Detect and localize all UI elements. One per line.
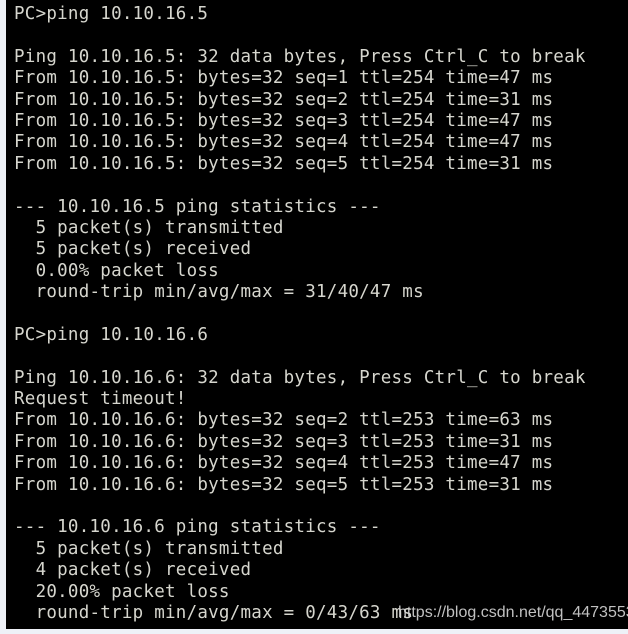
console-line-cmd-ping-1: PC>ping 10.10.16.5	[14, 4, 209, 24]
console-line-ping2-stats-title: --- 10.10.16.6 ping statistics ---	[14, 517, 381, 538]
console-line-ping1-reply-seq3: From 10.10.16.5: bytes=32 seq=3 ttl=254 …	[14, 110, 554, 131]
console-line-ping1-loss: 0.00% packet loss	[14, 260, 219, 281]
console-line-cmd-ping-2: PC>ping 10.10.16.6	[14, 324, 209, 345]
console-line-ping1-reply-seq4: From 10.10.16.5: bytes=32 seq=4 ttl=254 …	[14, 132, 554, 153]
console-line-ping2-loss: 20.00% packet loss	[14, 581, 230, 602]
console-line-ping2-transmitted: 5 packet(s) transmitted	[14, 538, 284, 559]
console-line-ping1-reply-seq2: From 10.10.16.5: bytes=32 seq=2 ttl=254 …	[14, 89, 554, 110]
console-line-ping1-received: 5 packet(s) received	[14, 239, 252, 260]
console-line-ping2-timeout: Request timeout!	[14, 389, 187, 410]
console-line-ping1-stats-title: --- 10.10.16.5 ping statistics ---	[14, 196, 381, 217]
console-line-ping2-reply-seq3: From 10.10.16.6: bytes=32 seq=3 ttl=253 …	[14, 431, 554, 452]
console-line-ping2-reply-seq2: From 10.10.16.6: bytes=32 seq=2 ttl=253 …	[14, 410, 554, 431]
console-line-ping2-header: Ping 10.10.16.6: 32 data bytes, Press Ct…	[14, 367, 586, 388]
console-line-ping1-reply-seq5: From 10.10.16.5: bytes=32 seq=5 ttl=254 …	[14, 153, 554, 174]
console-line-ping2-reply-seq4: From 10.10.16.6: bytes=32 seq=4 ttl=253 …	[14, 453, 554, 474]
terminal-output-area[interactable]: PC>ping 10.10.16.5 Ping 10.10.16.5: 32 d…	[6, 0, 628, 629]
console-line-ping1-header: Ping 10.10.16.5: 32 data bytes, Press Ct…	[14, 46, 586, 67]
console-line-ping1-reply-seq1: From 10.10.16.5: bytes=32 seq=1 ttl=254 …	[14, 68, 554, 89]
console-line-ping2-roundtrip: round-trip min/avg/max = 0/43/63 ms	[14, 602, 414, 623]
console-line-ping1-transmitted: 5 packet(s) transmitted	[14, 217, 284, 238]
console-line-ping2-received: 4 packet(s) received	[14, 560, 252, 581]
console-line-ping1-roundtrip: round-trip min/avg/max = 31/40/47 ms	[14, 282, 424, 303]
console-line-ping2-reply-seq5: From 10.10.16.6: bytes=32 seq=5 ttl=253 …	[14, 474, 554, 495]
terminal-window: PC>ping 10.10.16.5 Ping 10.10.16.5: 32 d…	[0, 0, 628, 634]
